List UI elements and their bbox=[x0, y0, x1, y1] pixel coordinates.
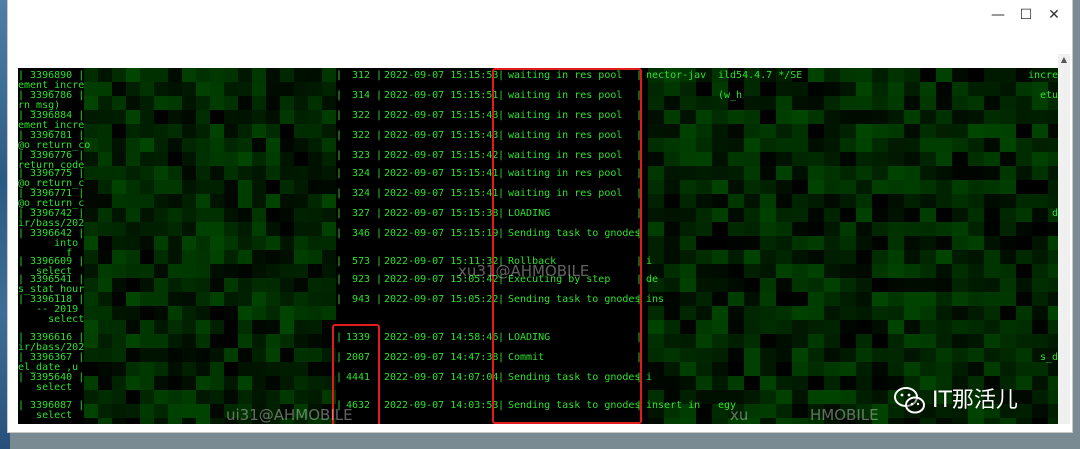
time-seconds: 327 bbox=[352, 208, 371, 219]
account-name: IT那活儿 bbox=[932, 388, 1018, 413]
title-bar[interactable]: — ☐ ✕ bbox=[8, 0, 1072, 30]
close-button[interactable]: ✕ bbox=[1040, 4, 1068, 26]
query-info: (w_h bbox=[718, 90, 743, 101]
query-info: d bbox=[1052, 208, 1058, 219]
time-seconds: 324 bbox=[352, 188, 371, 199]
start-time: 2022-09-07 14:47:38 bbox=[384, 352, 499, 363]
query-info: ild54.4.7 */SE bbox=[718, 70, 803, 81]
column-separator: | bbox=[336, 294, 343, 305]
start-time: 2022-09-07 15:15:41 bbox=[384, 168, 499, 179]
time-seconds: 322 bbox=[352, 130, 371, 141]
column-separator: | bbox=[336, 228, 343, 239]
start-time: 2022-09-07 15:15:42 bbox=[384, 150, 499, 161]
watermark: xu31@AHMOBILE bbox=[458, 262, 590, 280]
start-time: 2022-09-07 15:15:41 bbox=[384, 188, 499, 199]
query-info: incre bbox=[1028, 70, 1058, 81]
start-time: 2022-09-07 15:05:22 bbox=[384, 294, 499, 305]
column-separator: | bbox=[376, 70, 383, 81]
wechat-icon bbox=[894, 387, 925, 414]
time-seconds: 943 bbox=[352, 294, 371, 305]
scroll-up-arrow-icon[interactable]: ▲ bbox=[1058, 54, 1070, 66]
time-seconds: 314 bbox=[352, 90, 371, 101]
column-separator: | bbox=[336, 168, 343, 179]
query-info: etu bbox=[1040, 90, 1058, 101]
start-time: 2022-09-07 15:15:51 bbox=[384, 90, 499, 101]
column-separator: | bbox=[336, 90, 343, 101]
column-separator: | bbox=[376, 130, 383, 141]
time-seconds: 573 bbox=[352, 256, 371, 267]
watermark: HMOBILE bbox=[810, 406, 879, 424]
column-separator: | bbox=[376, 294, 383, 305]
query-info: de bbox=[646, 274, 659, 285]
column-separator: | bbox=[336, 188, 343, 199]
start-time: 2022-09-07 15:15:19 bbox=[384, 228, 499, 239]
query-info: i bbox=[646, 256, 653, 267]
time-seconds: 346 bbox=[352, 228, 371, 239]
query-info: ins bbox=[646, 294, 665, 305]
start-time: 2022-09-07 15:15:38 bbox=[384, 208, 499, 219]
time-seconds: 312 bbox=[352, 70, 371, 81]
wechat-badge: IT那活儿 bbox=[888, 378, 1058, 424]
watermark: xu bbox=[730, 406, 749, 424]
query-info: s_d bbox=[1040, 352, 1058, 363]
column-separator: | bbox=[376, 208, 383, 219]
time-seconds: 323 bbox=[352, 150, 371, 161]
time-seconds: 923 bbox=[352, 274, 371, 285]
column-separator: | bbox=[376, 150, 383, 161]
state-column-highlight bbox=[492, 68, 642, 424]
column-separator: | bbox=[376, 228, 383, 239]
column-separator: | bbox=[376, 188, 383, 199]
column-separator: | bbox=[336, 110, 343, 121]
maximize-button[interactable]: ☐ bbox=[1012, 4, 1040, 26]
column-separator: | bbox=[376, 274, 383, 285]
column-separator: | bbox=[336, 256, 343, 267]
start-time: 2022-09-07 14:03:53 bbox=[384, 400, 499, 411]
start-time: 2022-09-07 14:07:04 bbox=[384, 372, 499, 383]
query-info: insert in bbox=[646, 400, 701, 411]
column-separator: | bbox=[336, 70, 343, 81]
start-time: 2022-09-07 15:15:43 bbox=[384, 110, 499, 121]
start-time: 2022-09-07 15:15:43 bbox=[384, 130, 499, 141]
time-seconds: 324 bbox=[352, 168, 371, 179]
query-info: nector-jav bbox=[646, 70, 707, 81]
watermark: ui31@AHMOBILE bbox=[226, 406, 353, 424]
terminal-window: — ☐ ✕ ▲ | 3396890 | ement_incre | 312 | 2022-… bbox=[8, 0, 1072, 432]
terminal-output: | 3396890 | ement_incre | 312 | 2022-09-07 15… bbox=[18, 68, 1058, 424]
start-time: 2022-09-07 14:58:46 bbox=[384, 332, 499, 343]
query-fragment: select bbox=[18, 410, 73, 421]
start-time: 2022-09-07 15:15:53 bbox=[384, 70, 499, 81]
minimize-button[interactable]: — bbox=[984, 4, 1012, 26]
column-separator: | bbox=[336, 150, 343, 161]
column-separator: | bbox=[376, 90, 383, 101]
column-separator: | bbox=[376, 256, 383, 267]
vertical-scrollbar[interactable]: ▲ bbox=[1058, 54, 1070, 424]
column-separator: | bbox=[336, 274, 343, 285]
column-separator: | bbox=[376, 110, 383, 121]
query-fragment: select bbox=[18, 382, 73, 393]
query-fragment: select bbox=[18, 314, 85, 325]
column-separator: | bbox=[376, 168, 383, 179]
column-separator: | bbox=[336, 208, 343, 219]
column-separator: | bbox=[336, 130, 343, 141]
query-info: i bbox=[646, 372, 653, 383]
time-seconds: 322 bbox=[352, 110, 371, 121]
